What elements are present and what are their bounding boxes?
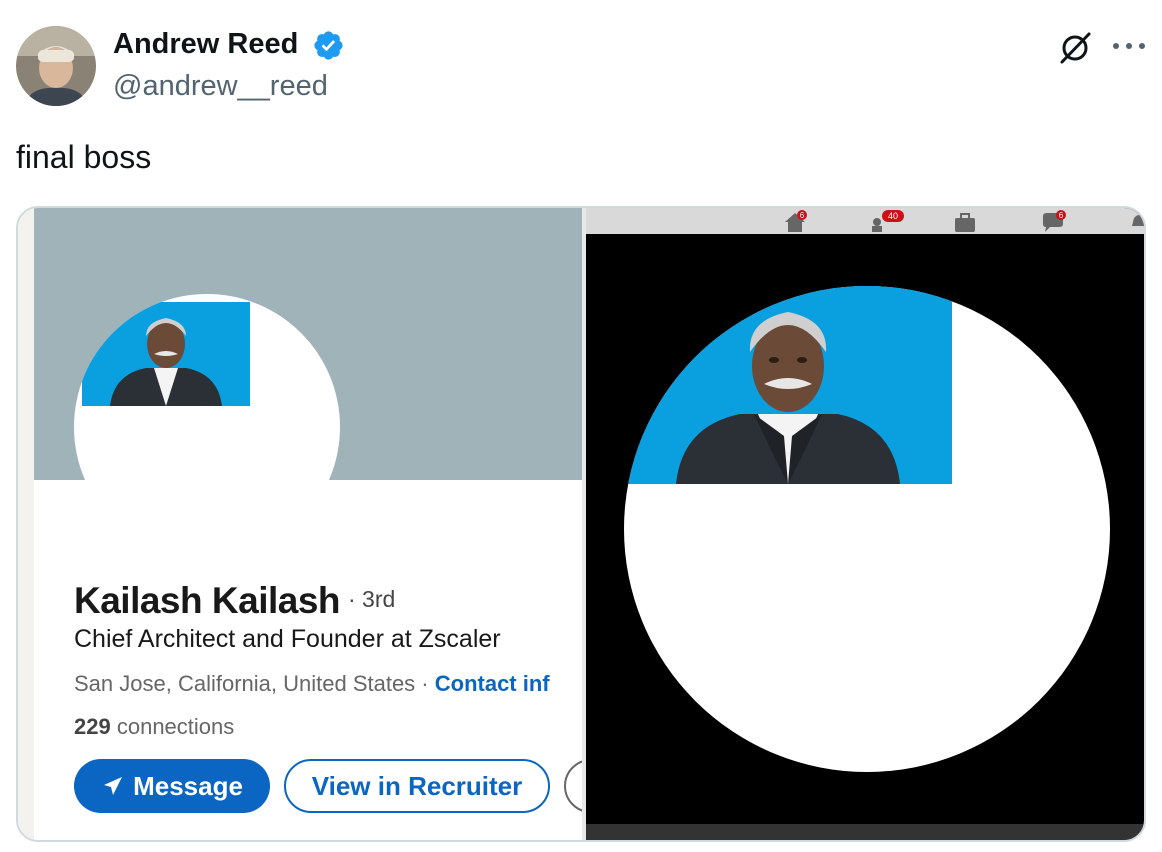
enlarged-profile-picture [624, 286, 1110, 772]
linkedin-profile-name: Kailash Kailash [74, 580, 341, 621]
message-button: Message [74, 759, 270, 813]
enlarged-photo-screenshot: 6 40 6 [586, 208, 1144, 840]
tweet-text: final boss [16, 139, 152, 175]
tweet-media[interactable]: Kailash Kailash · 3rd Chief Architect an… [16, 206, 1146, 842]
recruiter-button-label: View in Recruiter [311, 770, 523, 801]
profile-headline: Chief Architect and Founder at Zscaler [74, 625, 501, 653]
more-options-icon[interactable] [1112, 42, 1146, 50]
connections-count: 229 connections [74, 714, 234, 740]
network-icon: 40 [872, 210, 904, 232]
view-in-recruiter-button: View in Recruiter [284, 759, 550, 813]
enlarged-photo-bottom-bar [586, 824, 1144, 840]
profile-photo [82, 302, 250, 406]
connection-degree: · 3rd [348, 586, 396, 612]
page-edge [18, 208, 34, 840]
profile-picture-frame [74, 294, 340, 560]
author-name[interactable]: Andrew Reed [113, 28, 298, 61]
profile-location-row: San Jose, California, United States · Co… [74, 671, 550, 697]
connections-number: 229 [74, 714, 111, 739]
profile-location: San Jose, California, United States · [74, 671, 429, 696]
author-avatar[interactable] [16, 26, 96, 106]
linkedin-screenshot: Kailash Kailash · 3rd Chief Architect an… [18, 208, 618, 840]
linkedin-nav-bar: 6 40 6 [586, 208, 1144, 234]
messaging-icon: 6 [1043, 210, 1066, 232]
home-badge: 6 [800, 211, 805, 220]
message-button-label: Message [133, 770, 243, 801]
jobs-icon [955, 213, 975, 232]
connections-label: connections [116, 714, 235, 739]
send-icon [104, 777, 123, 795]
verified-badge-icon [314, 31, 343, 60]
author-handle[interactable]: @andrew__reed [113, 70, 328, 103]
grok-icon[interactable] [1056, 29, 1094, 67]
enlarged-photo [624, 286, 952, 484]
contact-info-link: Contact inf [434, 671, 550, 696]
messaging-badge: 6 [1059, 211, 1064, 220]
notifications-icon [1132, 215, 1144, 226]
home-icon: 6 [785, 210, 807, 232]
network-badge: 40 [888, 211, 898, 221]
